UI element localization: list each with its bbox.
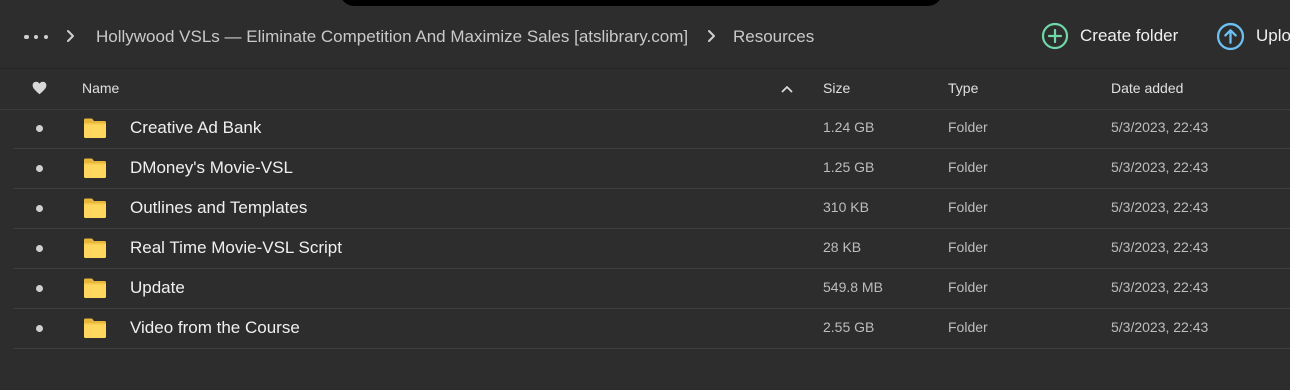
- plus-circle-icon: [1041, 22, 1069, 50]
- table-row[interactable]: Video from the Course 2.55 GB Folder 5/3…: [14, 309, 1290, 349]
- table-header: Name Size Type Date added: [0, 68, 1290, 110]
- file-type: Folder: [948, 199, 988, 215]
- table-row[interactable]: Real Time Movie-VSL Script 28 KB Folder …: [14, 229, 1290, 269]
- folder-icon: [84, 198, 106, 218]
- chevron-right-icon: [708, 30, 715, 42]
- upload-button[interactable]: Uplo: [1216, 22, 1290, 50]
- arrow-up-circle-icon: [1216, 22, 1245, 50]
- row-bullet: [36, 285, 43, 292]
- table-row[interactable]: Update 549.8 MB Folder 5/3/2023, 22:43: [14, 269, 1290, 309]
- file-date-added: 5/3/2023, 22:43: [1111, 319, 1209, 335]
- upload-label: Uplo: [1256, 26, 1290, 45]
- table-row[interactable]: Creative Ad Bank 1.24 GB Folder 5/3/2023…: [14, 109, 1290, 149]
- table-row[interactable]: DMoney's Movie-VSL 1.25 GB Folder 5/3/20…: [14, 149, 1290, 189]
- row-bullet: [36, 205, 43, 212]
- create-folder-button[interactable]: Create folder: [1041, 22, 1178, 50]
- table-row[interactable]: Outlines and Templates 310 KB Folder 5/3…: [14, 189, 1290, 229]
- more-icon[interactable]: [24, 28, 48, 46]
- folder-icon: [84, 318, 106, 338]
- folder-icon: [84, 118, 106, 138]
- file-date-added: 5/3/2023, 22:43: [1111, 279, 1209, 295]
- folder-icon: [84, 158, 106, 178]
- file-type: Folder: [948, 319, 988, 335]
- file-size: 2.55 GB: [823, 319, 875, 335]
- file-name[interactable]: Creative Ad Bank: [130, 118, 261, 138]
- column-header-size[interactable]: Size: [823, 80, 850, 96]
- column-header-name[interactable]: Name: [82, 80, 119, 96]
- file-size: 28 KB: [823, 239, 862, 255]
- file-name[interactable]: Update: [130, 278, 185, 298]
- row-bullet: [36, 325, 43, 332]
- file-name[interactable]: DMoney's Movie-VSL: [130, 158, 293, 178]
- column-header-date[interactable]: Date added: [1111, 80, 1183, 96]
- file-name[interactable]: Video from the Course: [130, 318, 300, 338]
- row-bullet: [36, 125, 43, 132]
- folder-icon: [84, 278, 106, 298]
- file-type: Folder: [948, 119, 988, 135]
- file-type: Folder: [948, 239, 988, 255]
- file-size: 310 KB: [823, 199, 869, 215]
- file-date-added: 5/3/2023, 22:43: [1111, 159, 1209, 175]
- folder-icon: [84, 238, 106, 258]
- file-date-added: 5/3/2023, 22:43: [1111, 119, 1209, 135]
- file-date-added: 5/3/2023, 22:43: [1111, 239, 1209, 255]
- breadcrumb-parent[interactable]: Hollywood VSLs — Eliminate Competition A…: [96, 26, 688, 48]
- file-type: Folder: [948, 279, 988, 295]
- row-bullet: [36, 245, 43, 252]
- breadcrumb-current: Resources: [733, 27, 815, 46]
- file-type: Folder: [948, 159, 988, 175]
- file-size: 1.24 GB: [823, 119, 875, 135]
- file-name[interactable]: Real Time Movie-VSL Script: [130, 238, 342, 258]
- chevron-up-icon[interactable]: [781, 85, 793, 93]
- heart-icon[interactable]: [32, 81, 47, 95]
- chevron-right-icon: [67, 30, 74, 42]
- file-size: 549.8 MB: [823, 279, 883, 295]
- create-folder-label: Create folder: [1080, 26, 1179, 45]
- file-date-added: 5/3/2023, 22:43: [1111, 199, 1209, 215]
- toolbar: Hollywood VSLs — Eliminate Competition A…: [0, 0, 1290, 69]
- row-bullet: [36, 165, 43, 172]
- column-header-type[interactable]: Type: [948, 80, 978, 96]
- file-name[interactable]: Outlines and Templates: [130, 198, 307, 218]
- file-size: 1.25 GB: [823, 159, 875, 175]
